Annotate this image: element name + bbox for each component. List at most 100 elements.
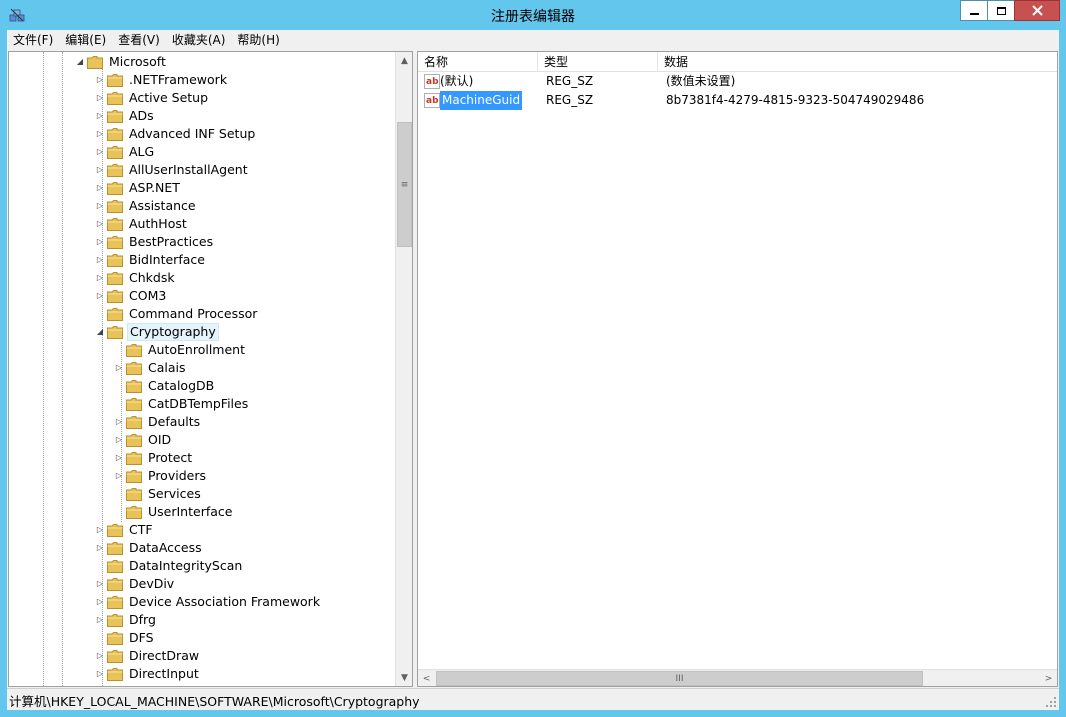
tree-item-microsoft[interactable]: ◢ Microsoft (9, 53, 389, 71)
column-name-header[interactable]: 名称 (418, 52, 538, 72)
tree-item-label: BestPractices (129, 234, 214, 249)
tree-item-dfrg[interactable]: ▷ Dfrg (9, 611, 389, 629)
menu-file[interactable]: 文件(F) (7, 30, 59, 50)
scroll-down-arrow-icon[interactable]: ▼ (396, 669, 412, 686)
value-row-machineguid[interactable]: ab MachineGuid REG_SZ 8b7381f4-4279-4815… (418, 91, 1057, 110)
tree-item-cryptography[interactable]: ◢ Cryptography (9, 323, 389, 341)
collapse-icon[interactable]: ◢ (95, 323, 105, 341)
tree-item-authhost[interactable]: ▷ AuthHost (9, 215, 389, 233)
tree-item-protect[interactable]: ▷ Protect (9, 449, 389, 467)
expand-icon[interactable]: ▷ (95, 521, 105, 539)
expand-icon[interactable]: ▷ (95, 287, 105, 305)
close-button[interactable] (1014, 0, 1060, 21)
tree-item-bestpractices[interactable]: ▷ BestPractices (9, 233, 389, 251)
expand-icon[interactable]: ▷ (95, 179, 105, 197)
folder-icon (107, 182, 123, 195)
maximize-button[interactable] (987, 0, 1014, 21)
scroll-left-arrow-icon[interactable]: < (418, 670, 435, 686)
tree-scroll-thumb[interactable]: ≡ (397, 122, 412, 247)
expand-icon[interactable]: ▷ (95, 575, 105, 593)
tree-item-assistance[interactable]: ▷ Assistance (9, 197, 389, 215)
menu-favorites[interactable]: 收藏夹(A) (166, 30, 232, 50)
expand-icon[interactable]: ▷ (95, 233, 105, 251)
tree-item-label: Active Setup (129, 90, 209, 105)
tree-item-dfs[interactable]: DFS (9, 629, 389, 647)
tree-item-userinterface[interactable]: UserInterface (9, 503, 389, 521)
tree-item-alg[interactable]: ▷ ALG (9, 143, 389, 161)
expand-icon[interactable]: ▷ (95, 539, 105, 557)
expand-icon[interactable]: ▷ (95, 251, 105, 269)
tree-item-oid[interactable]: ▷ OID (9, 431, 389, 449)
values-list-pane[interactable]: 名称 类型 数据 ab (默认) REG_SZ (数值未设置) ab Machi… (417, 51, 1058, 687)
tree-item-directinput[interactable]: ▷ DirectInput (9, 665, 389, 683)
tree-item-active-setup[interactable]: ▷ Active Setup (9, 89, 389, 107)
client-area: ◢ Microsoft ▷ .NETFramework ▷ Active Setup ▷… (7, 50, 1059, 688)
expand-icon[interactable]: ▷ (95, 269, 105, 287)
menu-view[interactable]: 查看(V) (112, 30, 166, 50)
tree-item-ads[interactable]: ▷ ADs (9, 107, 389, 125)
tree-item-advanced-inf-setup[interactable]: ▷ Advanced INF Setup (9, 125, 389, 143)
expand-icon[interactable]: ▷ (114, 413, 124, 431)
tree-item-services[interactable]: Services (9, 485, 389, 503)
expand-icon[interactable]: ▷ (95, 125, 105, 143)
expand-icon[interactable]: ▷ (95, 215, 105, 233)
menu-help[interactable]: 帮助(H) (231, 30, 285, 50)
expand-icon[interactable]: ▷ (95, 143, 105, 161)
expand-icon[interactable]: ▷ (95, 593, 105, 611)
resize-grip-icon[interactable] (1045, 696, 1057, 708)
tree-item-defaults[interactable]: ▷ Defaults (9, 413, 389, 431)
expand-icon[interactable]: ▷ (95, 161, 105, 179)
collapse-icon[interactable]: ◢ (75, 53, 85, 71)
folder-icon (107, 110, 123, 123)
values-horizontal-scrollbar[interactable]: < III > (418, 669, 1057, 686)
tree-vertical-scrollbar[interactable]: ▲ ≡ ▼ (395, 52, 412, 686)
tree-item-device-association-framework[interactable]: ▷ Device Association Framework (9, 593, 389, 611)
tree-item-devdiv[interactable]: ▷ DevDiv (9, 575, 389, 593)
tree-item-com3[interactable]: ▷ COM3 (9, 287, 389, 305)
tree-item-catalogdb[interactable]: CatalogDB (9, 377, 389, 395)
tree-item-label: CatDBTempFiles (148, 396, 249, 411)
values-scroll-thumb[interactable]: III (436, 671, 923, 686)
string-value-icon: ab (424, 74, 440, 89)
value-row-default[interactable]: ab (默认) REG_SZ (数值未设置) (418, 72, 1057, 91)
key-tree-pane[interactable]: ◢ Microsoft ▷ .NETFramework ▷ Active Setup ▷… (8, 51, 413, 687)
expand-icon[interactable]: ▷ (95, 197, 105, 215)
tree-item-asp-net[interactable]: ▷ ASP.NET (9, 179, 389, 197)
tree-item-directdraw[interactable]: ▷ DirectDraw (9, 647, 389, 665)
expand-icon[interactable]: ▷ (95, 89, 105, 107)
close-icon (1031, 5, 1043, 16)
expand-icon[interactable]: ▷ (114, 449, 124, 467)
expand-icon[interactable]: ▷ (95, 107, 105, 125)
tree-item-label: Calais (148, 360, 186, 375)
menu-edit[interactable]: 编辑(E) (59, 30, 112, 50)
expand-icon[interactable]: ▷ (95, 71, 105, 89)
tree-item-dataaccess[interactable]: ▷ DataAccess (9, 539, 389, 557)
scroll-up-arrow-icon[interactable]: ▲ (396, 52, 412, 69)
scroll-right-arrow-icon[interactable]: > (1040, 670, 1057, 686)
tree-item-chkdsk[interactable]: ▷ Chkdsk (9, 269, 389, 287)
tree-item-bidinterface[interactable]: ▷ BidInterface (9, 251, 389, 269)
tree-item-ctf[interactable]: ▷ CTF (9, 521, 389, 539)
tree-item-calais[interactable]: ▷ Calais (9, 359, 389, 377)
expand-icon[interactable]: ▷ (95, 647, 105, 665)
tree-item-alluserinstallagent[interactable]: ▷ AllUserInstallAgent (9, 161, 389, 179)
column-data-header[interactable]: 数据 (658, 52, 1057, 72)
expand-icon[interactable]: ▷ (114, 467, 124, 485)
tree-item-label: ADs (129, 108, 154, 123)
expand-icon[interactable]: ▷ (95, 611, 105, 629)
tree-item-catdbtempfiles[interactable]: CatDBTempFiles (9, 395, 389, 413)
folder-icon (107, 146, 123, 159)
tree-item-providers[interactable]: ▷ Providers (9, 467, 389, 485)
column-type-header[interactable]: 类型 (538, 52, 658, 72)
expand-icon[interactable]: ▷ (114, 431, 124, 449)
tree-item-autoenrollment[interactable]: AutoEnrollment (9, 341, 389, 359)
expand-icon[interactable]: ▷ (114, 359, 124, 377)
folder-icon (126, 452, 142, 465)
title-bar[interactable]: 注册表编辑器 (0, 0, 1066, 30)
tree-item-dataintegrityscan[interactable]: DataIntegrityScan (9, 557, 389, 575)
tree-item-label: Advanced INF Setup (129, 126, 256, 141)
expand-icon[interactable]: ▷ (95, 665, 105, 683)
minimize-button[interactable] (960, 0, 987, 21)
tree-item-netframework[interactable]: ▷ .NETFramework (9, 71, 389, 89)
tree-item-command-processor[interactable]: Command Processor (9, 305, 389, 323)
